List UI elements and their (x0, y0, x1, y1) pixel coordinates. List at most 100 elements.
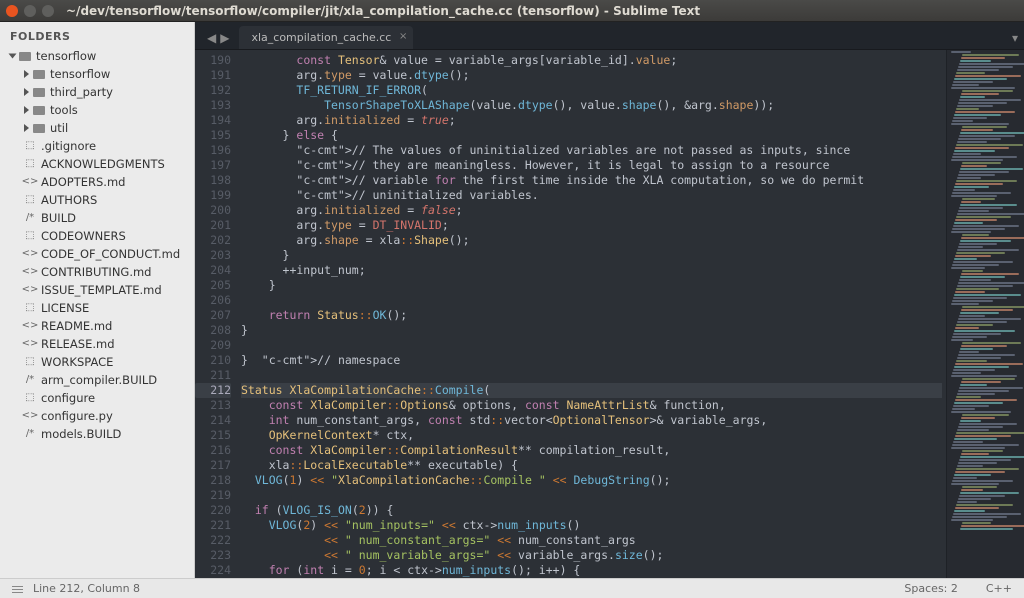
code-line[interactable] (241, 488, 942, 503)
code-line[interactable]: const XlaCompiler::Options& options, con… (241, 398, 942, 413)
code-line[interactable]: int num_constant_args, const std::vector… (241, 413, 942, 428)
code-line[interactable]: const Tensor& value = variable_args[vari… (241, 53, 942, 68)
code-line[interactable]: << " num_variable_args=" << variable_arg… (241, 548, 942, 563)
code-line[interactable]: VLOG(1) << "XlaCompilationCache::Compile… (241, 473, 942, 488)
code-area[interactable]: const Tensor& value = variable_args[vari… (239, 50, 946, 578)
minimap-line (960, 492, 1019, 494)
minimap[interactable] (946, 50, 1024, 578)
code-line[interactable]: << " num_constant_args=" << num_constant… (241, 533, 942, 548)
code-line[interactable]: } (241, 278, 942, 293)
line-number: 220 (195, 503, 231, 518)
tabs-overflow-icon[interactable]: ▾ (1012, 31, 1018, 45)
line-number: 213 (195, 398, 231, 413)
code-editor[interactable]: 1901911921931941951961971981992002012022… (195, 50, 1024, 578)
minimap-line (954, 78, 1007, 80)
code-line[interactable]: "c-cmt">// The values of uninitialized v… (241, 143, 942, 158)
minimap-line (955, 471, 1005, 473)
item-label: AUTHORS (41, 192, 97, 208)
minimap-line (960, 240, 1011, 242)
line-number: 205 (195, 278, 231, 293)
code-line[interactable]: xla::LocalExecutable** executable) { (241, 458, 942, 473)
folder-item[interactable]: util (0, 119, 194, 137)
history-forward-icon[interactable]: ▶ (220, 31, 229, 45)
code-line[interactable]: Status XlaCompilationCache::Compile( (241, 383, 942, 398)
minimap-line (952, 264, 999, 266)
code-line[interactable]: const XlaCompiler::CompilationResult** c… (241, 443, 942, 458)
folder-tree: tensorflowtensorflowthird_partytoolsutil… (0, 47, 194, 443)
code-line[interactable]: OpKernelContext* ctx, (241, 428, 942, 443)
minimap-line (959, 99, 1021, 101)
file-item[interactable]: ⬚AUTHORS (0, 191, 194, 209)
code-line[interactable]: } else { (241, 128, 942, 143)
syntax-mode[interactable]: C++ (986, 582, 1012, 595)
code-line[interactable]: } (241, 323, 942, 338)
item-label: RELEASE.md (41, 336, 115, 352)
line-number: 190 (195, 53, 231, 68)
code-line[interactable]: TF_RETURN_IF_ERROR( (241, 83, 942, 98)
folder-item[interactable]: tensorflow (0, 65, 194, 83)
file-item[interactable]: ⬚.gitignore (0, 137, 194, 155)
code-line[interactable]: } (241, 248, 942, 263)
file-item[interactable]: ⬚CODEOWNERS (0, 227, 194, 245)
file-item[interactable]: /*arm_compiler.BUILD (0, 371, 194, 389)
code-line[interactable]: arg.initialized = false; (241, 203, 942, 218)
file-item[interactable]: ⬚LICENSE (0, 299, 194, 317)
file-item[interactable]: <>ISSUE_TEMPLATE.md (0, 281, 194, 299)
file-item[interactable]: <>README.md (0, 317, 194, 335)
code-line[interactable]: for (int i = 0; i < ctx->num_inputs(); i… (241, 563, 942, 578)
minimap-line (962, 198, 995, 200)
code-line[interactable]: "c-cmt">// they are meaningless. However… (241, 158, 942, 173)
folder-item[interactable]: third_party (0, 83, 194, 101)
file-item[interactable]: /*BUILD (0, 209, 194, 227)
maximize-icon[interactable] (42, 5, 54, 17)
minimize-icon[interactable] (24, 5, 36, 17)
code-line[interactable]: TensorShapeToXLAShape(value.dtype(), val… (241, 98, 942, 113)
menu-icon[interactable] (12, 584, 23, 593)
folder-item[interactable]: tensorflow (0, 47, 194, 65)
line-number: 222 (195, 533, 231, 548)
code-line[interactable] (241, 368, 942, 383)
tab-file[interactable]: xla_compilation_cache.cc × (239, 26, 413, 49)
minimap-line (955, 183, 1003, 185)
file-item[interactable]: ⬚ACKNOWLEDGMENTS (0, 155, 194, 173)
line-number: 204 (195, 263, 231, 278)
minimap-line (952, 444, 1019, 446)
code-line[interactable] (241, 338, 942, 353)
close-tab-icon[interactable]: × (399, 31, 407, 42)
minimap-line (955, 435, 1011, 437)
code-line[interactable]: arg.shape = xla::Shape(); (241, 233, 942, 248)
code-line[interactable]: "c-cmt">// uninitialized variables. (241, 188, 942, 203)
line-number: 201 (195, 218, 231, 233)
item-label: util (50, 120, 68, 136)
code-line[interactable]: if (VLOG_IS_ON(2)) { (241, 503, 942, 518)
code-line[interactable]: arg.type = DT_INVALID; (241, 218, 942, 233)
minimap-line (961, 93, 999, 95)
file-item[interactable]: ⬚WORKSPACE (0, 353, 194, 371)
file-item[interactable]: ⬚configure (0, 389, 194, 407)
code-line[interactable]: "c-cmt">// variable for the first time i… (241, 173, 942, 188)
minimap-line (957, 105, 993, 107)
code-line[interactable]: arg.initialized = true; (241, 113, 942, 128)
code-line[interactable]: ++input_num; (241, 263, 942, 278)
file-item[interactable]: <>configure.py (0, 407, 194, 425)
indent-mode[interactable]: Spaces: 2 (904, 582, 957, 595)
code-line[interactable]: return Status::OK(); (241, 308, 942, 323)
folder-item[interactable]: tools (0, 101, 194, 119)
file-item[interactable]: <>ADOPTERS.md (0, 173, 194, 191)
minimap-line (951, 87, 1015, 89)
code-line[interactable]: VLOG(2) << "num_inputs=" << ctx->num_inp… (241, 518, 942, 533)
folder-icon (33, 106, 45, 115)
minimap-line (961, 417, 995, 419)
minimap-line (959, 63, 1024, 65)
file-item[interactable]: <>CODE_OF_CONDUCT.md (0, 245, 194, 263)
history-back-icon[interactable]: ◀ (207, 31, 216, 45)
code-line[interactable] (241, 293, 942, 308)
file-item[interactable]: <>RELEASE.md (0, 335, 194, 353)
file-item[interactable]: <>CONTRIBUTING.md (0, 263, 194, 281)
code-line[interactable]: } "c-cmt">// namespace (241, 353, 942, 368)
code-line[interactable]: arg.type = value.dtype(); (241, 68, 942, 83)
file-item[interactable]: /*models.BUILD (0, 425, 194, 443)
close-icon[interactable] (6, 5, 18, 17)
minimap-line (953, 405, 989, 407)
minimap-line (954, 294, 1021, 296)
